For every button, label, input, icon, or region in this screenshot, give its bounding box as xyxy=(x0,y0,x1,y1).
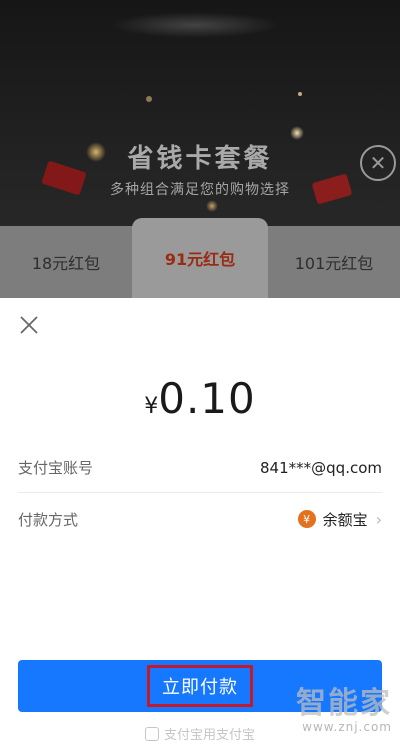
sparkle-decoration xyxy=(146,96,152,102)
sparkle-decoration xyxy=(206,200,218,212)
currency-symbol: ¥ xyxy=(144,394,159,419)
close-icon[interactable] xyxy=(16,312,42,338)
package-tabs: 18元红包 91元红包 101元红包 xyxy=(0,218,400,298)
promo-subtitle: 多种组合满足您的购物选择 xyxy=(110,182,290,198)
payment-method-value[interactable]: ¥ 余额宝 › xyxy=(297,509,382,530)
payment-amount: ¥0.10 xyxy=(0,374,400,423)
payment-method-label: 付款方式 xyxy=(18,510,79,529)
payment-method-row[interactable]: 付款方式 ¥ 余额宝 › xyxy=(18,494,382,544)
chevron-right-icon: › xyxy=(375,509,382,529)
account-value: 841***@qq.com xyxy=(260,458,382,477)
footer-text: 支付宝用支付宝 xyxy=(163,728,255,743)
blurred-header xyxy=(110,12,280,38)
yuebao-icon: ¥ xyxy=(297,510,316,528)
payment-method-text: 余额宝 xyxy=(322,510,368,529)
promo-title: 省钱卡套餐 xyxy=(127,144,273,174)
sparkle-decoration xyxy=(298,92,302,96)
account-row: 支付宝账号 841***@qq.com xyxy=(18,443,382,493)
tab-91-red-packet[interactable]: 91元红包 xyxy=(132,218,268,298)
tab-18-red-packet[interactable]: 18元红包 xyxy=(0,226,132,298)
payment-sheet: ¥0.10 支付宝账号 841***@qq.com 付款方式 ¥ 余额宝 › 立… xyxy=(0,298,400,752)
shield-icon xyxy=(144,727,159,741)
watermark-logo: 智能家 xyxy=(296,686,392,721)
amount-value: 0.10 xyxy=(158,374,256,423)
promo-close-icon[interactable]: ✕ xyxy=(360,145,396,181)
account-label: 支付宝账号 xyxy=(18,459,94,477)
watermark: 智能家 www.znj.com xyxy=(296,686,392,735)
pay-now-label: 立即付款 xyxy=(147,665,253,707)
watermark-url: www.znj.com xyxy=(302,720,392,734)
tab-101-red-packet[interactable]: 101元红包 xyxy=(268,226,400,298)
